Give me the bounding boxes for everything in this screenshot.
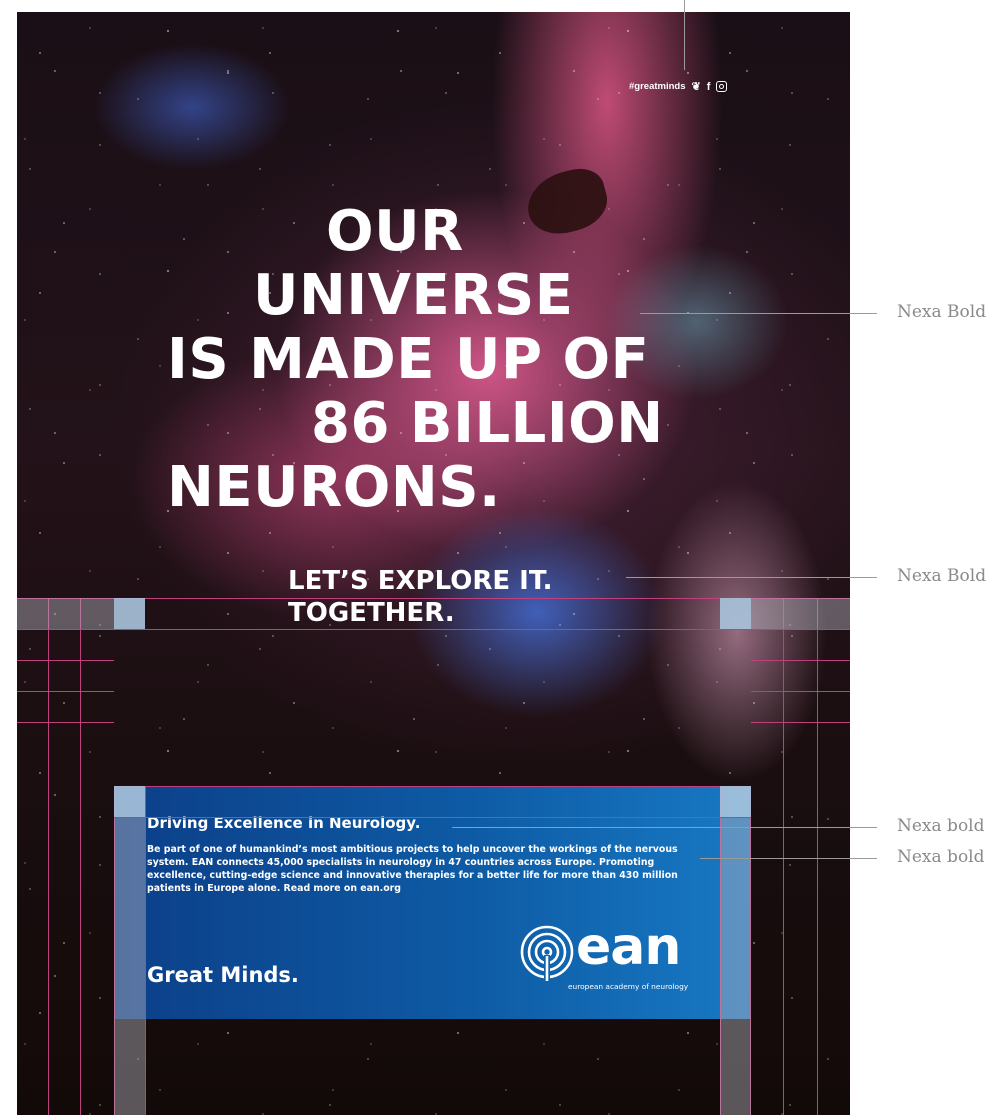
guide-line [751, 722, 850, 723]
info-body: Be part of one of humankind’s most ambit… [147, 844, 678, 894]
guide-line [17, 722, 114, 723]
headline-line: IS MADE UP OF [167, 327, 650, 392]
headline-line: OUR [326, 199, 464, 264]
annotation-label: Nexa bold [897, 847, 985, 867]
guide-line [783, 598, 784, 1115]
logo-subtitle: european academy of neurology [568, 982, 689, 991]
annotation-label: Nexa bold [897, 816, 985, 836]
subheadline-line: TOGETHER. [288, 598, 455, 628]
annotation-leader [452, 827, 877, 828]
social-bar: #greatminds ❦ f [629, 80, 728, 93]
hashtag: #greatminds [629, 81, 686, 92]
corner-square [114, 598, 145, 629]
annotation-leader [626, 577, 877, 578]
guide-line [17, 691, 114, 692]
corner-square [720, 786, 751, 817]
guide-line [817, 598, 818, 1115]
guide-line [17, 629, 850, 630]
corner-square [114, 786, 145, 817]
guide-line [48, 598, 49, 1115]
ean-logo: ean european academy of neurology [518, 919, 718, 991]
guide-line [114, 786, 751, 787]
margin-band [17, 598, 114, 629]
guide-line [751, 660, 850, 661]
corner-square [720, 598, 751, 629]
annotation-label: Nexa Bold [897, 566, 987, 586]
twitter-icon[interactable]: ❦ [692, 80, 701, 93]
guide-line [751, 691, 850, 692]
margin-band [751, 598, 850, 629]
guide-line [114, 817, 751, 818]
annotation-leader [700, 858, 877, 859]
facebook-icon[interactable]: f [707, 81, 711, 93]
guide-line [17, 660, 114, 661]
poster: #greatminds ❦ f OUR UNIVERSE IS MADE UP … [17, 12, 850, 1115]
annotation-leader [640, 313, 877, 314]
annotation-label: Nexa Bold [897, 302, 987, 322]
instagram-icon[interactable] [716, 81, 728, 92]
tagline: Great Minds. [147, 963, 299, 987]
logo-wordmark: ean [576, 917, 681, 977]
info-box: Driving Excellence in Neurology. Be part… [114, 786, 751, 1019]
guide-line [145, 786, 146, 1115]
headline-line: UNIVERSE [253, 263, 574, 328]
margin-band [114, 818, 145, 1115]
brain-spiral-icon [520, 925, 574, 981]
subheadline-line: LET’S EXPLORE IT. [288, 566, 553, 596]
headline-line: 86 BILLION [311, 391, 664, 456]
guide-line [80, 598, 81, 1115]
subheadline: LET’S EXPLORE IT. TOGETHER. [288, 565, 553, 629]
headline-line: NEURONS. [167, 455, 501, 520]
annotation-leader [684, 0, 685, 70]
margin-band [720, 818, 751, 1115]
